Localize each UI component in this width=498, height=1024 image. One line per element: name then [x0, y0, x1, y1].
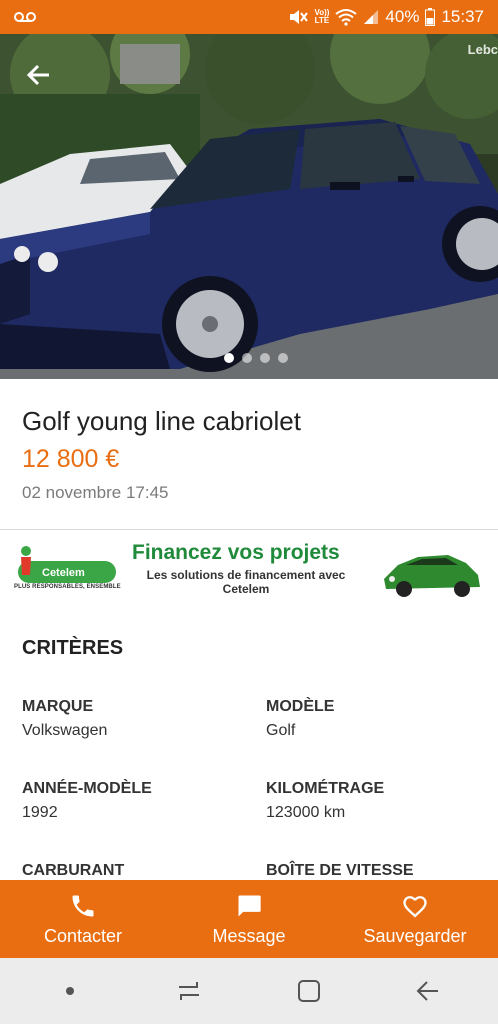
- wifi-icon: [335, 9, 358, 26]
- battery-icon: [425, 8, 436, 26]
- listing-title: Golf young line cabriolet: [22, 406, 301, 436]
- cetelem-logo: Cetelem: [18, 546, 116, 583]
- nav-dot-button[interactable]: [50, 971, 90, 1011]
- criteria-value: Volkswagen: [22, 722, 108, 739]
- battery-percentage: 40%: [385, 7, 420, 26]
- back-icon: [416, 981, 439, 1001]
- message-button[interactable]: Message: [166, 880, 332, 958]
- cetelem-logo-text: Cetelem: [42, 567, 85, 579]
- voicemail-icon: [14, 12, 36, 22]
- back-button[interactable]: [20, 56, 58, 94]
- listing-price: 12 800 €: [22, 445, 120, 473]
- phone-icon: [72, 895, 94, 916]
- criteria-label: MODÈLE: [266, 698, 335, 715]
- criteria-label: CARBURANT: [22, 862, 125, 879]
- criteria-item: MARQUE Volkswagen: [22, 698, 242, 740]
- criteria-section: CRITÈRES MARQUE Volkswagen MODÈLE Golf A…: [0, 611, 498, 879]
- clock: 15:37: [441, 7, 484, 26]
- carousel-dot[interactable]: [278, 353, 288, 363]
- criteria-value: 1992: [22, 804, 58, 821]
- ad-tagline: PLUS RESPONSABLES, ENSEMBLE: [14, 584, 121, 590]
- mute-icon: [290, 10, 309, 24]
- home-button[interactable]: [289, 971, 329, 1011]
- criteria-item: KILOMÉTRAGE 123000 km: [266, 780, 486, 822]
- criteria-label: KILOMÉTRAGE: [266, 780, 385, 797]
- carousel-pagination: [0, 353, 498, 363]
- signal-icon: [364, 10, 379, 24]
- ad-subline: Les solutions de financement avec Cetele…: [146, 568, 346, 596]
- ad-banner[interactable]: Cetelem PLUS RESPONSABLES, ENSEMBLE Fina…: [0, 531, 498, 611]
- system-back-button[interactable]: [408, 971, 448, 1011]
- status-bar: Vo)) LTE 40% 15:37: [0, 0, 498, 34]
- system-navigation-bar: [0, 958, 498, 1024]
- save-button[interactable]: Sauvegarder: [332, 880, 498, 958]
- volte-bottom-label: LTE: [314, 16, 330, 25]
- criteria-item: MODÈLE Golf: [266, 698, 486, 740]
- message-button-label: Message: [212, 925, 286, 946]
- criteria-value: 123000 km: [266, 804, 346, 821]
- message-icon: [238, 895, 261, 916]
- carousel-dot[interactable]: [224, 353, 234, 363]
- criteria-label: BOÎTE DE VITESSE: [266, 862, 414, 879]
- criteria-label: MARQUE: [22, 698, 94, 715]
- heart-icon: [403, 895, 427, 918]
- save-button-label: Sauvegarder: [363, 925, 467, 946]
- carousel-dot[interactable]: [242, 353, 252, 363]
- listing-date: 02 novembre 17:45: [22, 483, 169, 502]
- back-arrow-icon: [26, 64, 49, 86]
- volte-indicator: Vo)) LTE: [314, 9, 329, 25]
- home-icon: [297, 980, 320, 1002]
- listing-header: Golf young line cabriolet 12 800 € 02 no…: [0, 379, 498, 530]
- recent-apps-button[interactable]: [169, 971, 209, 1011]
- car-photo: [0, 34, 498, 379]
- ad-car-image: [384, 555, 480, 597]
- dot-icon: [65, 987, 74, 995]
- recent-apps-icon: [179, 982, 200, 1000]
- criteria-label: ANNÉE-MODÈLE: [22, 780, 152, 797]
- action-bar: Contacter Message Sauvegarder: [0, 880, 498, 958]
- listing-photo-carousel[interactable]: Lebc: [0, 34, 498, 379]
- carousel-dot[interactable]: [260, 353, 270, 363]
- ad-headline: Financez vos projets: [132, 541, 340, 564]
- contact-button-label: Contacter: [43, 925, 123, 946]
- photo-watermark: Lebc: [467, 42, 498, 57]
- criteria-value: Golf: [266, 722, 296, 739]
- criteria-heading: CRITÈRES: [22, 637, 124, 659]
- contact-button[interactable]: Contacter: [0, 880, 166, 958]
- criteria-item: ANNÉE-MODÈLE 1992: [22, 780, 242, 822]
